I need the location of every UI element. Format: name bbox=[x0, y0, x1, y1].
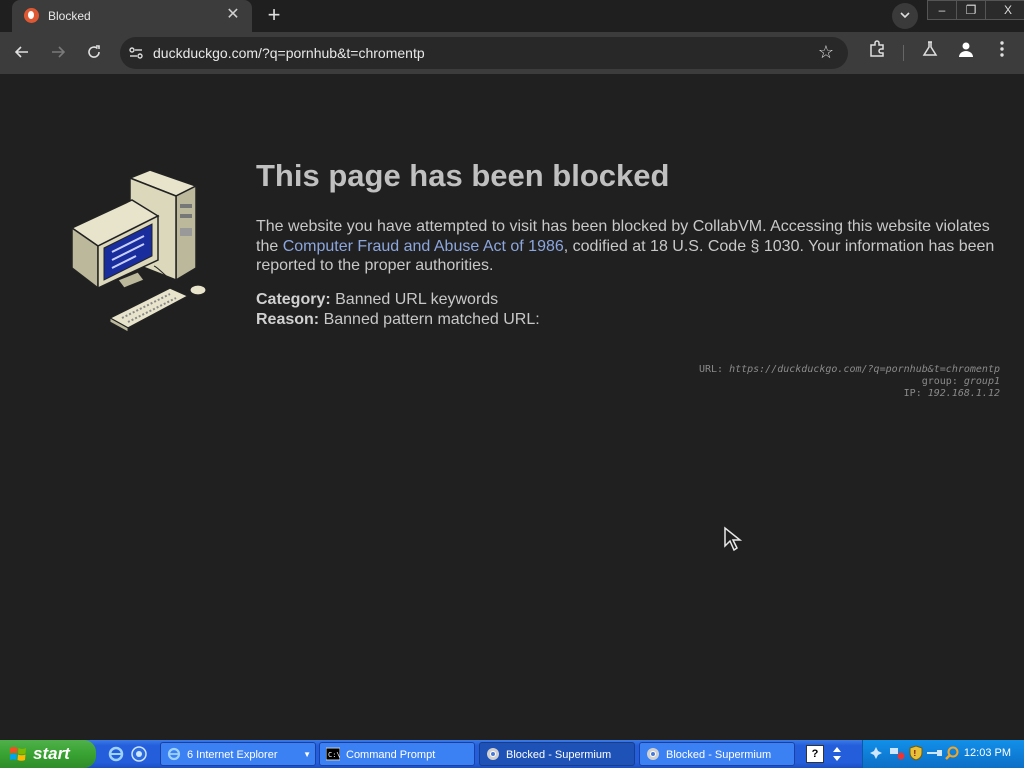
page-content: This page has been blocked The website y… bbox=[0, 74, 1024, 740]
computer-illustration-icon bbox=[70, 169, 207, 333]
debug-ip-label: IP: bbox=[903, 388, 928, 399]
tab-strip: Blocked ✕ + – ❐ X bbox=[0, 0, 1024, 32]
reason-value: Banned pattern matched URL: bbox=[319, 310, 540, 328]
debug-info: URL: https://duckduckgo.com/?q=pornhub&t… bbox=[699, 364, 1000, 400]
mouse-cursor-icon bbox=[724, 526, 743, 552]
category-label: Category: bbox=[256, 291, 331, 308]
cmd-icon: C:\ bbox=[326, 747, 340, 761]
chrome-icon bbox=[487, 748, 499, 760]
debug-url-value: https://duckduckgo.com/?q=pornhub&t=chro… bbox=[729, 364, 1000, 375]
connector-icon[interactable] bbox=[927, 748, 943, 758]
back-arrow-icon bbox=[14, 46, 28, 58]
debug-url-label: URL: bbox=[698, 364, 730, 375]
minimize-button[interactable]: – bbox=[927, 0, 957, 20]
start-button[interactable]: start bbox=[0, 740, 96, 768]
search-icon[interactable] bbox=[945, 746, 959, 760]
back-button[interactable] bbox=[9, 40, 35, 66]
debug-ip-line: IP: 192.168.1.12 bbox=[699, 388, 1000, 400]
clock[interactable]: 12:03 PM bbox=[964, 747, 1011, 759]
taskbar-item-internet-explorer[interactable]: 6 Internet Explorer ▼ bbox=[160, 742, 316, 766]
reason-line: Reason: Banned pattern matched URL: bbox=[256, 310, 540, 330]
kebab-menu-icon bbox=[1000, 41, 1004, 57]
system-tray: ! 12:03 PM bbox=[862, 740, 1024, 768]
scroll-arrows-icon[interactable] bbox=[832, 746, 842, 762]
bookmark-star-icon[interactable]: ☆ bbox=[818, 42, 834, 63]
cfaa-link[interactable]: Computer Fraud and Abuse Act of 1986 bbox=[283, 238, 564, 255]
security-shield-icon[interactable]: ! bbox=[909, 745, 923, 761]
debug-ip-value: 192.168.1.12 bbox=[927, 388, 1000, 399]
windows-logo-icon bbox=[10, 747, 26, 761]
ie-quicklaunch-icon[interactable] bbox=[108, 746, 124, 762]
toolbar-separator bbox=[903, 45, 904, 61]
tab-title: Blocked bbox=[48, 9, 91, 23]
start-label: start bbox=[33, 744, 70, 763]
category-line: Category: Banned URL keywords bbox=[256, 290, 540, 310]
extensions-button[interactable] bbox=[864, 40, 890, 66]
address-bar[interactable]: duckduckgo.com/?q=pornhub&t=chromentp ☆ bbox=[120, 37, 848, 69]
ie-icon bbox=[167, 747, 181, 761]
reload-button[interactable] bbox=[81, 40, 107, 66]
block-description: The website you have attempted to visit … bbox=[256, 217, 1001, 276]
category-value: Banned URL keywords bbox=[330, 291, 499, 308]
group-dropdown-icon: ▼ bbox=[303, 750, 311, 759]
debug-group-value: group1 bbox=[963, 376, 1000, 387]
debug-group-line: group: group1 bbox=[699, 376, 1000, 388]
restore-button[interactable]: ❐ bbox=[956, 0, 986, 20]
svg-text:C:\: C:\ bbox=[328, 751, 340, 759]
task-label: Command Prompt bbox=[346, 749, 436, 761]
block-details: Category: Banned URL keywords Reason: Ba… bbox=[256, 290, 540, 329]
chevron-down-icon bbox=[900, 12, 910, 19]
network-icon[interactable] bbox=[869, 746, 883, 760]
task-label: 6 Internet Explorer bbox=[187, 749, 278, 761]
profile-avatar-icon bbox=[959, 42, 973, 57]
taskbar-item-command-prompt[interactable]: C:\ Command Prompt bbox=[319, 742, 475, 766]
new-tab-button[interactable]: + bbox=[262, 4, 286, 28]
forward-button[interactable] bbox=[45, 40, 71, 66]
taskbar: start 6 Internet Explorer ▼ C:\ Command … bbox=[0, 740, 1024, 768]
labs-button[interactable] bbox=[917, 40, 943, 66]
task-label: Blocked - Supermium bbox=[506, 749, 612, 761]
reason-label: Reason: bbox=[256, 310, 320, 328]
forward-arrow-icon bbox=[52, 46, 66, 58]
puzzle-icon bbox=[870, 40, 884, 57]
site-info-icon[interactable] bbox=[128, 45, 144, 61]
tab-close-icon[interactable]: ✕ bbox=[224, 6, 242, 24]
url-text[interactable]: duckduckgo.com/?q=pornhub&t=chromentp bbox=[153, 45, 425, 61]
profile-button[interactable] bbox=[953, 40, 979, 66]
debug-group-label: group: bbox=[921, 376, 964, 387]
flask-icon bbox=[922, 41, 938, 56]
menu-button[interactable] bbox=[989, 40, 1015, 66]
window-controls: – ❐ X bbox=[927, 0, 1024, 20]
browser-quicklaunch-icon[interactable] bbox=[131, 746, 147, 762]
help-icon[interactable]: ? bbox=[806, 745, 824, 763]
task-label: Blocked - Supermium bbox=[666, 749, 772, 761]
connection-warning-icon[interactable] bbox=[889, 746, 905, 760]
debug-url-line: URL: https://duckduckgo.com/?q=pornhub&t… bbox=[699, 364, 1000, 376]
duckduckgo-favicon-icon bbox=[24, 8, 39, 23]
tab-blocked[interactable]: Blocked ✕ bbox=[12, 0, 252, 32]
reload-icon bbox=[88, 45, 100, 58]
svg-text:!: ! bbox=[914, 749, 917, 758]
tab-search-button[interactable] bbox=[892, 3, 918, 29]
taskbar-item-supermium-1[interactable]: Blocked - Supermium bbox=[479, 742, 635, 766]
close-window-button[interactable]: X bbox=[985, 0, 1024, 20]
browser-toolbar: duckduckgo.com/?q=pornhub&t=chromentp ☆ bbox=[0, 32, 1024, 74]
chrome-icon bbox=[647, 748, 659, 760]
page-title: This page has been blocked bbox=[256, 158, 670, 193]
taskbar-item-supermium-2[interactable]: Blocked - Supermium bbox=[639, 742, 795, 766]
